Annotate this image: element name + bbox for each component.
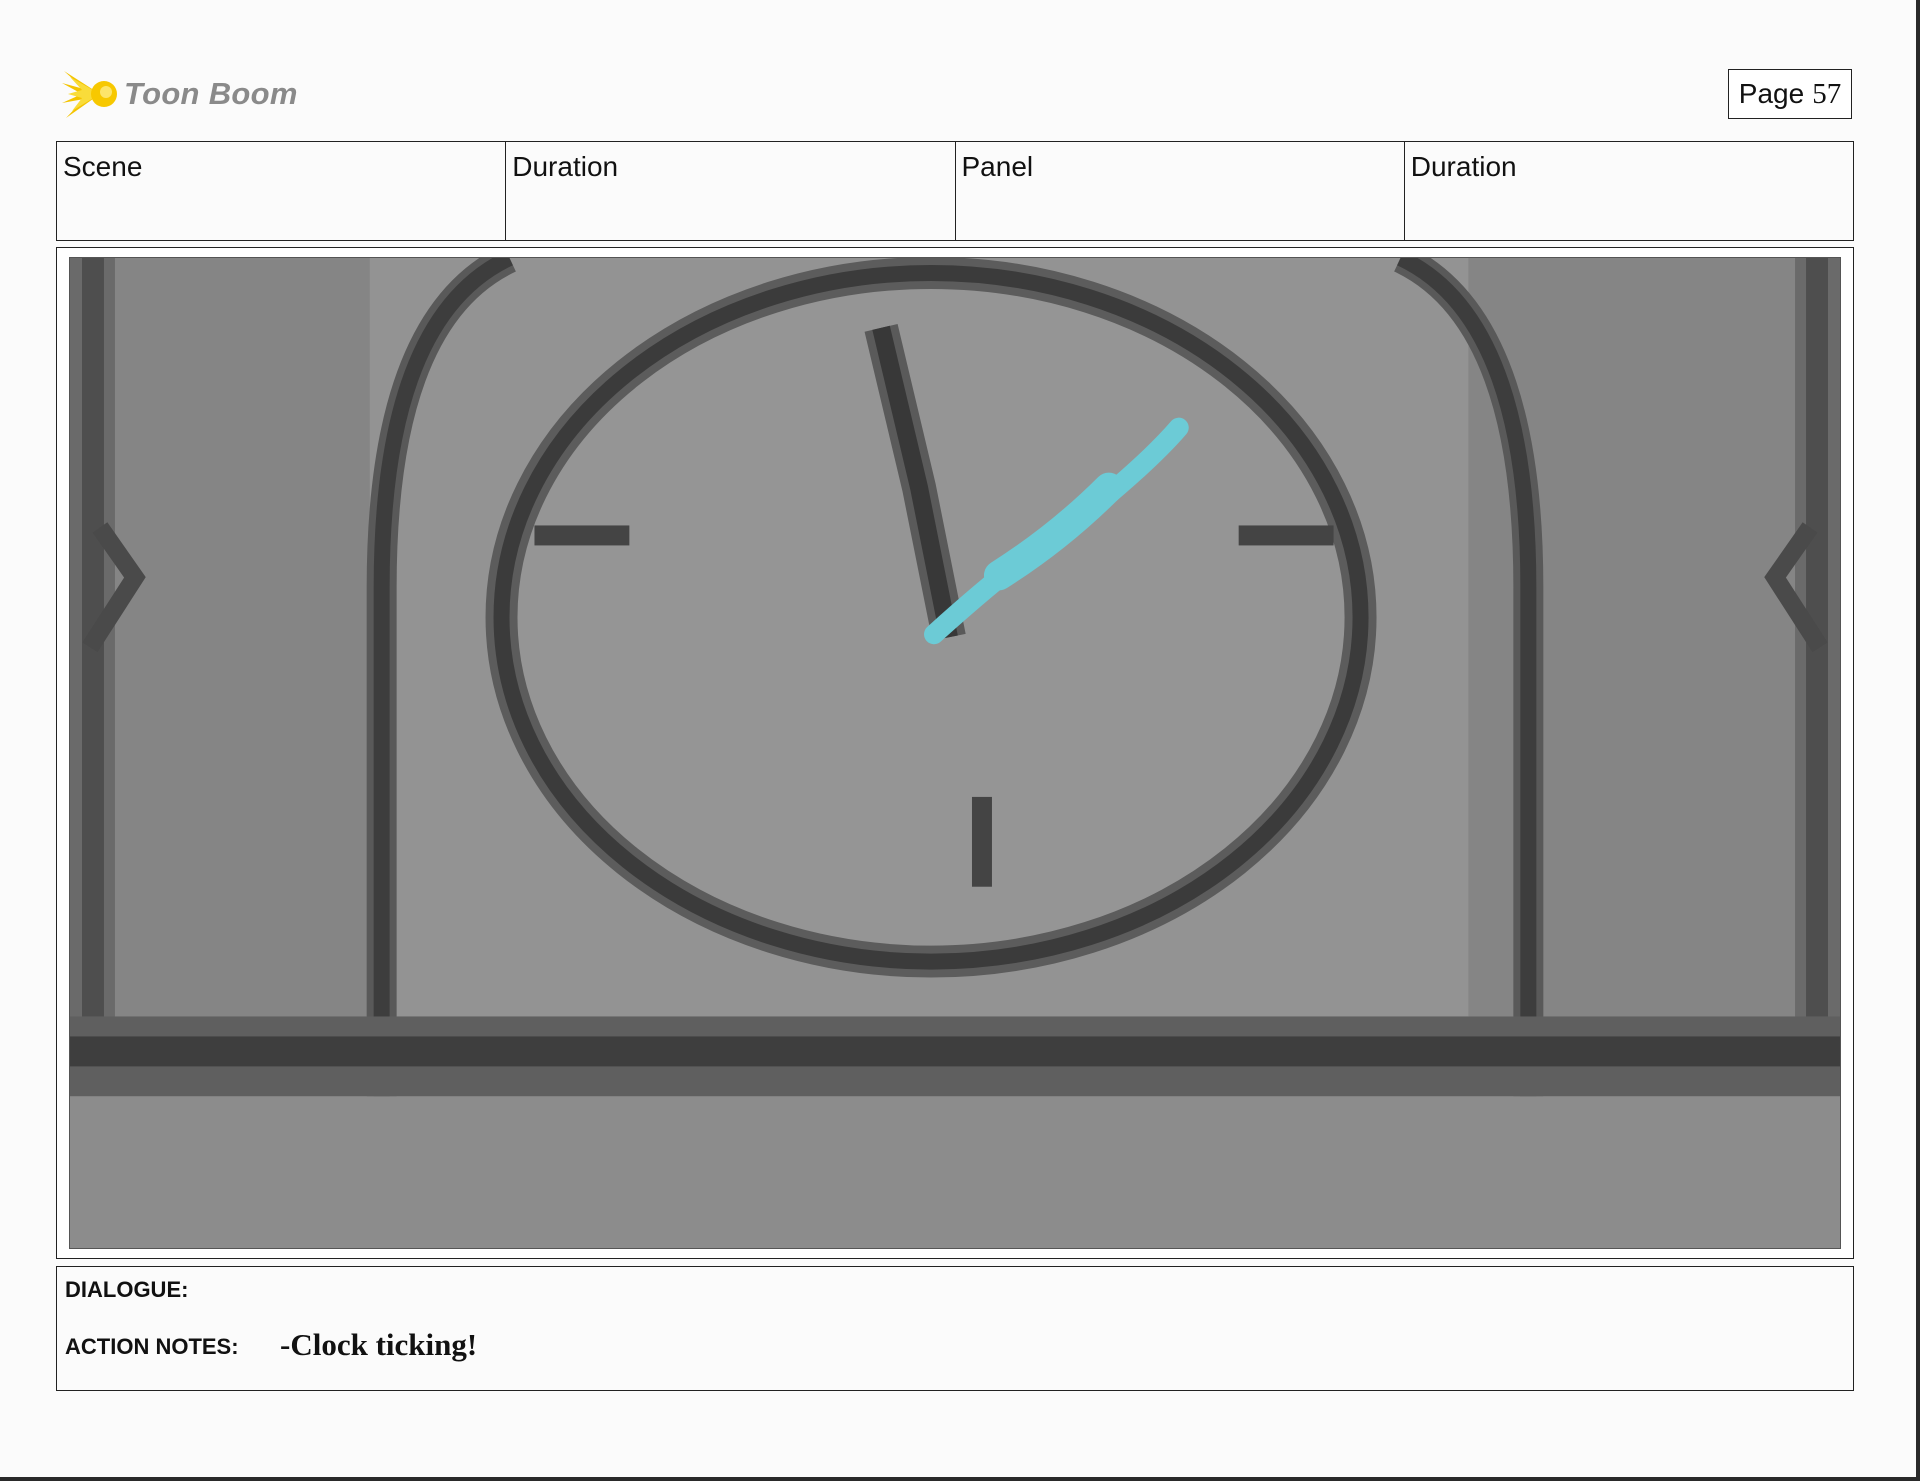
page-number-box: Page 57 [1728, 69, 1852, 119]
notes-box: DIALOGUE: ACTION NOTES: -Clock ticking! [56, 1266, 1854, 1391]
logo-text: Toon Boom [124, 76, 298, 111]
clock-sketch [70, 258, 1840, 1248]
panel-cell: Panel [956, 142, 1405, 240]
panel-label: Panel [961, 151, 1034, 182]
scene-label: Scene [63, 151, 143, 182]
page-edge [0, 1477, 1920, 1481]
panel-image [69, 257, 1841, 1249]
panel-duration-cell: Duration [1405, 142, 1853, 240]
dialogue-label: DIALOGUE: [65, 1277, 189, 1302]
scene-duration-cell: Duration [506, 142, 956, 240]
scene-cell: Scene [57, 142, 507, 240]
scene-duration-label: Duration [512, 151, 619, 182]
starburst-icon [62, 71, 117, 118]
toon-boom-logo: Toon Boom [60, 62, 298, 126]
page-number: 57 [1812, 77, 1842, 110]
scene-header-table: Scene Duration Panel Duration [56, 141, 1854, 241]
storyboard-panel-frame [56, 247, 1854, 1259]
page-edge [1916, 0, 1920, 1481]
page-label: Page [1738, 78, 1805, 109]
panel-duration-label: Duration [1410, 151, 1517, 182]
action-notes-label: ACTION NOTES: [65, 1334, 239, 1359]
action-notes-text: -Clock ticking! [280, 1327, 478, 1362]
